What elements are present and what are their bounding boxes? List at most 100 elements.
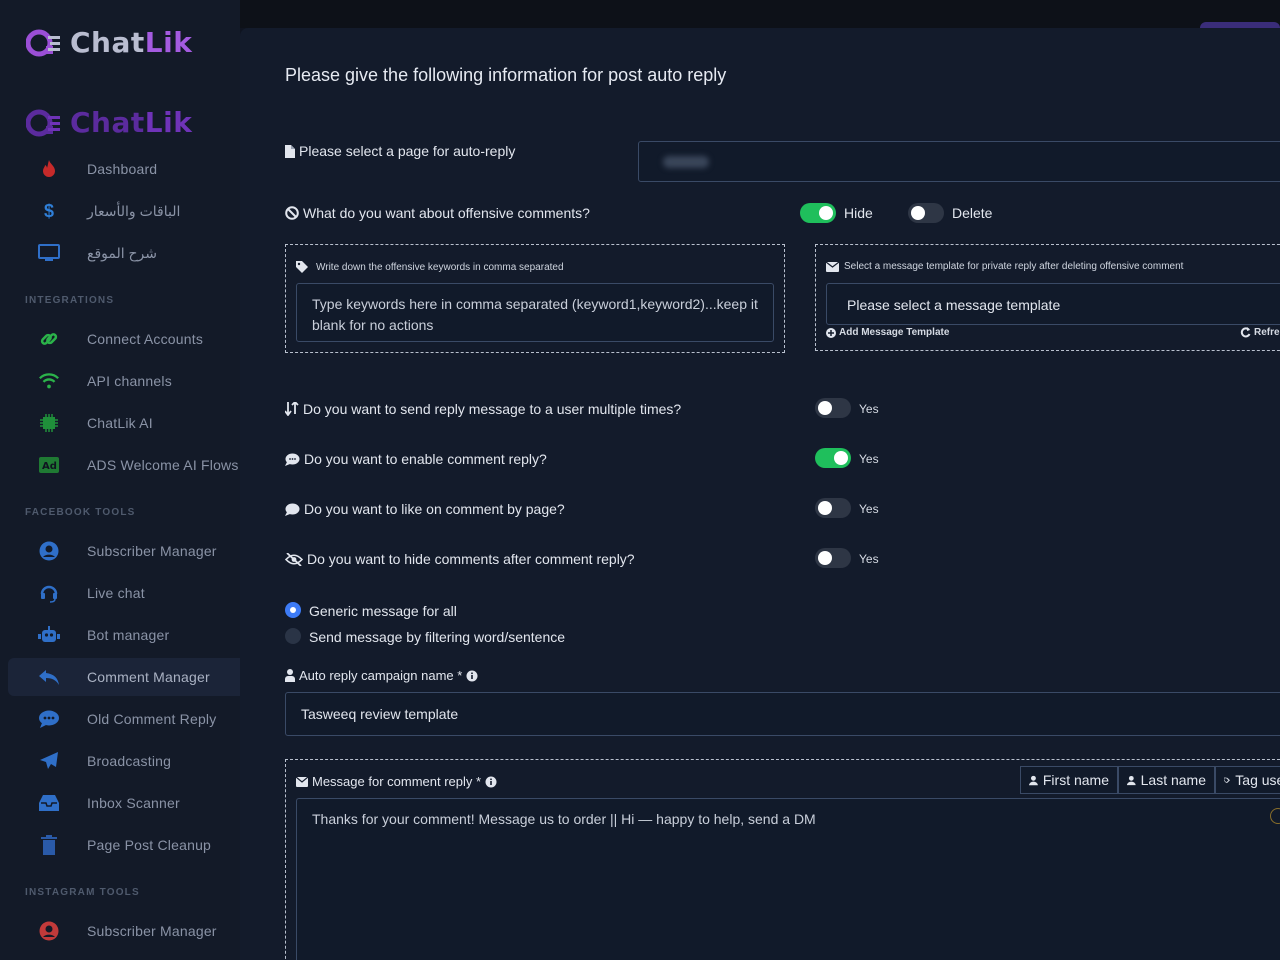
hide-toggle[interactable] — [800, 203, 836, 223]
comment-reply-textarea[interactable]: Thanks for your comment! Message us to o… — [296, 798, 1280, 960]
sidebar-item-page-post-cleanup[interactable]: Page Post Cleanup — [8, 826, 240, 864]
campaign-name-input[interactable]: Tasweeq review template — [285, 692, 1280, 736]
like-comment-question: Do you want to like on comment by page? — [285, 501, 565, 517]
page-select[interactable] — [638, 141, 1280, 182]
user-circle-icon — [38, 540, 60, 562]
brand-part1: Chat — [70, 106, 145, 139]
link-icon — [38, 328, 60, 350]
hide-label: Hide — [844, 205, 873, 221]
brand-part1: Chat — [70, 26, 145, 59]
message-label: Message for comment reply * — [296, 774, 497, 789]
sidebar-item-broadcasting[interactable]: Broadcasting — [8, 742, 240, 780]
filter-message-radio[interactable] — [285, 628, 301, 644]
template-label: Select a message template for private re… — [826, 261, 1183, 272]
sidebar-item-site-guide[interactable]: شرح الموقع — [8, 234, 240, 272]
auto-reply-modal: Please give the following information fo… — [240, 28, 1280, 960]
offensive-question: What do you want about offensive comment… — [285, 205, 590, 221]
facebook-tools-heading: FACEBOOK TOOLS — [25, 507, 136, 518]
chatlik-logo-icon — [25, 28, 62, 58]
insert-last-name-button[interactable]: Last name — [1118, 766, 1215, 794]
sidebar-item-ig-subscriber-manager[interactable]: Subscriber Manager — [8, 912, 240, 950]
integrations-heading: INTEGRATIONS — [25, 295, 115, 306]
enable-comment-reply-question: Do you want to enable comment reply? — [285, 451, 547, 467]
sidebar-item-ads-welcome[interactable]: Ad ADS Welcome AI Flows — [8, 446, 240, 484]
paper-plane-icon — [38, 750, 60, 772]
sidebar-item-old-comment-reply[interactable]: Old Comment Reply — [8, 700, 240, 738]
eye-slash-icon — [285, 552, 303, 566]
user-icon — [1029, 775, 1038, 785]
enable-comment-reply-yes-label: Yes — [859, 452, 879, 466]
sidebar-item-live-chat[interactable]: Live chat — [8, 574, 240, 612]
delete-toggle[interactable] — [908, 203, 944, 223]
envelope-icon — [296, 776, 308, 787]
insert-tag-user-button[interactable]: Tag user — [1215, 766, 1280, 794]
like-comment-toggle[interactable] — [815, 498, 851, 518]
insert-first-name-button[interactable]: First name — [1020, 766, 1118, 794]
comment-dots-icon — [38, 708, 60, 730]
info-circle-icon — [485, 776, 497, 787]
comment-icon — [285, 503, 300, 516]
inbox-icon — [38, 792, 60, 814]
offensive-keywords-box: Write down the offensive keywords in com… — [285, 244, 785, 353]
ad-icon: Ad — [38, 454, 60, 476]
brand-part2: Lik — [144, 106, 193, 139]
info-circle-icon — [466, 670, 478, 681]
message-template-select[interactable]: Please select a message template — [826, 283, 1280, 325]
multiple-reply-yes-label: Yes — [859, 402, 879, 416]
enable-comment-reply-toggle[interactable] — [815, 448, 851, 468]
sidebar-item-api-channels[interactable]: API channels — [8, 362, 240, 400]
ban-icon — [285, 206, 299, 220]
sort-icon — [285, 402, 299, 416]
reply-all-icon — [38, 666, 60, 688]
chatlik-logo-icon — [25, 108, 62, 138]
add-message-template-link[interactable]: Add Message Template — [826, 327, 949, 338]
like-comment-yes-label: Yes — [859, 502, 879, 516]
header-logo[interactable]: ChatLik — [25, 26, 193, 59]
headset-icon — [38, 582, 60, 604]
comment-reply-message-box: Message for comment reply * First name L… — [285, 759, 1280, 960]
keywords-label: Write down the offensive keywords in com… — [296, 261, 564, 273]
hide-after-reply-question: Do you want to hide comments after comme… — [285, 551, 635, 567]
sidebar: ChatLik Dashboard $ الباقات والأسعار شرح… — [0, 0, 240, 960]
svg-text:Ad: Ad — [42, 461, 57, 472]
user-icon — [1127, 775, 1136, 785]
comment-icon — [285, 453, 300, 466]
refresh-templates-link[interactable]: Refresh — [1240, 327, 1280, 338]
filter-message-label: Send message by filtering word/sentence — [309, 629, 566, 645]
sidebar-item-chatlik-ai[interactable]: ChatLik AI — [8, 404, 240, 442]
selected-page-redacted — [663, 156, 709, 168]
brand-part2: Lik — [144, 26, 193, 59]
instagram-tools-heading: INSTAGRAM TOOLS — [25, 887, 140, 898]
hide-after-reply-toggle[interactable] — [815, 548, 851, 568]
delete-label: Delete — [952, 205, 993, 221]
sidebar-item-comment-manager[interactable]: Comment Manager — [8, 658, 240, 696]
envelope-icon — [826, 261, 839, 272]
plus-circle-icon — [826, 327, 836, 338]
file-icon — [285, 144, 295, 158]
sidebar-logo[interactable]: ChatLik — [25, 106, 193, 139]
offensive-keywords-textarea[interactable]: Type keywords here in comma separated (k… — [296, 283, 774, 342]
sidebar-item-connect-accounts[interactable]: Connect Accounts — [8, 320, 240, 358]
chip-icon — [38, 412, 60, 434]
multiple-reply-question: Do you want to send reply message to a u… — [285, 401, 681, 417]
campaign-name-label: Auto reply campaign name * — [285, 668, 478, 683]
generic-message-label: Generic message for all — [309, 603, 457, 619]
private-reply-template-box: Select a message template for private re… — [815, 244, 1280, 351]
dollar-icon: $ — [43, 200, 54, 221]
generic-message-radio[interactable] — [285, 602, 301, 618]
tags-icon — [296, 261, 308, 273]
hide-after-reply-yes-label: Yes — [859, 552, 879, 566]
emoji-picker-icon[interactable] — [1270, 808, 1280, 824]
robot-icon — [38, 624, 60, 646]
sidebar-item-dashboard[interactable]: Dashboard — [8, 150, 240, 188]
page-select-label: Please select a page for auto-reply — [285, 143, 515, 159]
multiple-reply-toggle[interactable] — [815, 398, 851, 418]
sidebar-item-fb-subscriber-manager[interactable]: Subscriber Manager — [8, 532, 240, 570]
wifi-icon — [38, 370, 60, 392]
sidebar-item-inbox-scanner[interactable]: Inbox Scanner — [8, 784, 240, 822]
sidebar-item-pricing[interactable]: $ الباقات والأسعار — [8, 192, 240, 230]
sidebar-item-bot-manager[interactable]: Bot manager — [8, 616, 240, 654]
refresh-icon — [1240, 327, 1251, 338]
fire-icon — [38, 158, 60, 180]
trash-icon — [38, 834, 60, 856]
